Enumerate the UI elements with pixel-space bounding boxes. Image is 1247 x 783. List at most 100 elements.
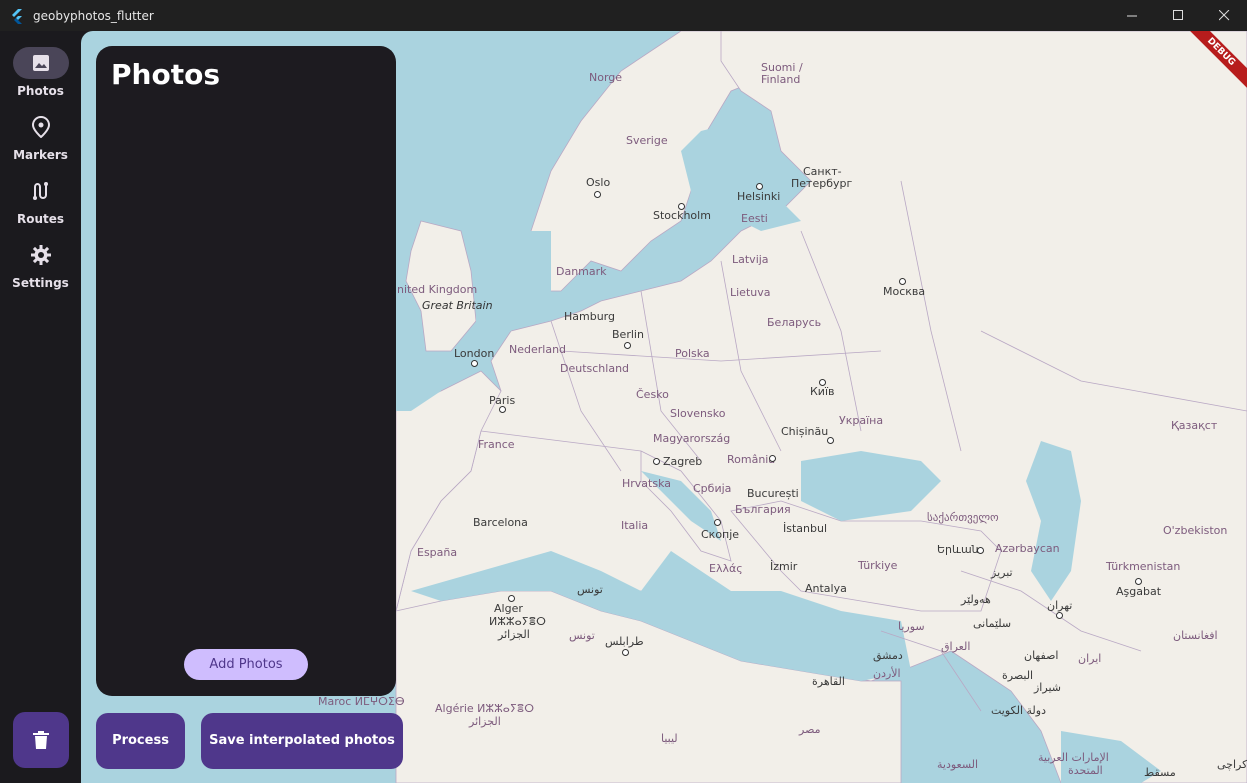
nav-item-settings[interactable]: Settings	[0, 223, 81, 290]
map-label: Скопје	[701, 528, 740, 541]
map-label: Deutschland	[560, 362, 630, 375]
image-icon	[33, 55, 49, 71]
city-marker	[471, 360, 478, 367]
map-label: Norge	[589, 71, 623, 84]
nav-icon-holder	[13, 175, 69, 207]
map-label: საქართველო	[927, 511, 999, 524]
map-label: България	[735, 503, 791, 516]
map-label: Helsinki	[737, 190, 781, 203]
map-label: Česko	[636, 388, 669, 401]
photos-panel: Photos Add Photos	[96, 46, 396, 696]
map-label: France	[478, 438, 515, 451]
map-label: Barcelona	[473, 516, 528, 529]
city-marker	[653, 458, 660, 465]
city-marker	[508, 595, 515, 602]
city-marker	[1056, 612, 1063, 619]
city-marker	[678, 203, 685, 210]
map-label: London	[454, 347, 495, 360]
app-window: geobyphotos_flutter Photos Markers Route…	[0, 0, 1247, 783]
save-interpolated-photos-button[interactable]: Save interpolated photos	[201, 713, 403, 769]
map-label: Київ	[810, 385, 835, 398]
map-label: Finland	[761, 73, 801, 86]
map-label: Москва	[883, 285, 926, 298]
map-label: Algérie ⵍⵣⵣⴰⵢⴻⵔ	[435, 702, 535, 715]
city-marker	[624, 342, 631, 349]
city-marker	[819, 379, 826, 386]
flutter-logo-icon	[12, 8, 22, 24]
map-label: București	[747, 487, 799, 500]
city-marker	[622, 649, 629, 656]
nav-item-markers[interactable]: Markers	[0, 95, 81, 162]
city-marker	[594, 191, 601, 198]
window-controls	[1109, 0, 1247, 31]
map-label: Aşgabat	[1116, 585, 1162, 598]
delete-button[interactable]	[13, 712, 69, 768]
map-label: دمشق	[873, 649, 903, 662]
map-label: تونس	[577, 583, 603, 596]
map-label: Türkiye	[858, 559, 898, 572]
map-label: Polska	[675, 347, 710, 360]
map-label: الإمارات العربية	[1038, 751, 1109, 764]
map-label: Sverige	[626, 134, 668, 147]
map-label: Italia	[621, 519, 649, 532]
map-label: Ελλάς	[709, 562, 743, 575]
map-label: Україна	[839, 414, 884, 427]
nav-indicator	[13, 47, 69, 79]
map-label: ليبيا	[661, 732, 678, 745]
trash-icon	[33, 731, 49, 749]
map-label: السعودية	[937, 758, 979, 771]
add-photos-button[interactable]: Add Photos	[184, 649, 308, 680]
map-label: Nederland	[509, 343, 567, 356]
map-label: Antalya	[805, 582, 847, 595]
city-marker	[499, 406, 506, 413]
nav-icon-holder	[13, 111, 69, 143]
city-marker	[827, 437, 834, 444]
nav-item-photos[interactable]: Photos	[0, 31, 81, 98]
map-label: Србија	[693, 482, 732, 495]
process-button[interactable]: Process	[96, 713, 185, 769]
map-label: Berlin	[612, 328, 644, 341]
minimize-button[interactable]	[1109, 0, 1155, 31]
map-label: İzmir	[770, 560, 798, 573]
map-label: شیراز	[1034, 681, 1061, 694]
map-label: Chișinău	[781, 425, 829, 438]
location-pin-icon	[31, 116, 51, 138]
route-icon	[33, 182, 48, 200]
city-marker	[769, 455, 776, 462]
close-icon	[1218, 10, 1229, 21]
map-label: Slovensko	[670, 407, 726, 420]
nav-item-routes[interactable]: Routes	[0, 159, 81, 226]
map-label: سلێمانی	[973, 617, 1012, 630]
map-label: Hrvatska	[622, 477, 672, 490]
minimize-icon	[1126, 15, 1137, 17]
title-bar: geobyphotos_flutter	[0, 0, 1247, 31]
map-label: تهران	[1047, 599, 1073, 612]
map-label: Danmark	[556, 265, 607, 278]
map-label: طرابلس	[605, 635, 644, 648]
map-label: Magyarország	[653, 432, 731, 445]
map-label: nited Kingdom	[397, 283, 478, 296]
close-button[interactable]	[1201, 0, 1247, 31]
map-label: Türkmenistan	[1106, 560, 1181, 573]
map-label: Stockholm	[653, 209, 711, 222]
map-label: Maroc ⵍⵎⵖⵔⵉⴱ	[318, 695, 405, 708]
map-label: Երևան	[937, 543, 979, 556]
map-label: Alger	[494, 602, 523, 615]
map-label: البصرة	[1002, 669, 1034, 682]
map-label: کراچی	[1217, 758, 1247, 771]
city-marker	[756, 183, 763, 190]
map-label: الجزائر	[469, 715, 501, 728]
map-label: مصر	[799, 723, 821, 736]
map-label: Latvija	[732, 253, 769, 266]
map-label: تونس	[569, 629, 595, 642]
navigation-rail: Photos Markers Routes Settings	[0, 31, 81, 783]
gear-icon	[31, 245, 51, 265]
map-label: ⵍⵣⵣⴰⵢⴻⵔ	[489, 615, 546, 628]
map-label: افغانستان	[1173, 629, 1218, 642]
map-label: العراق	[941, 640, 971, 653]
city-marker	[1135, 578, 1142, 585]
map-label: مسقط	[1144, 766, 1176, 779]
map-label: Lietuva	[730, 286, 771, 299]
maximize-icon	[1172, 10, 1183, 20]
maximize-button[interactable]	[1155, 0, 1201, 31]
